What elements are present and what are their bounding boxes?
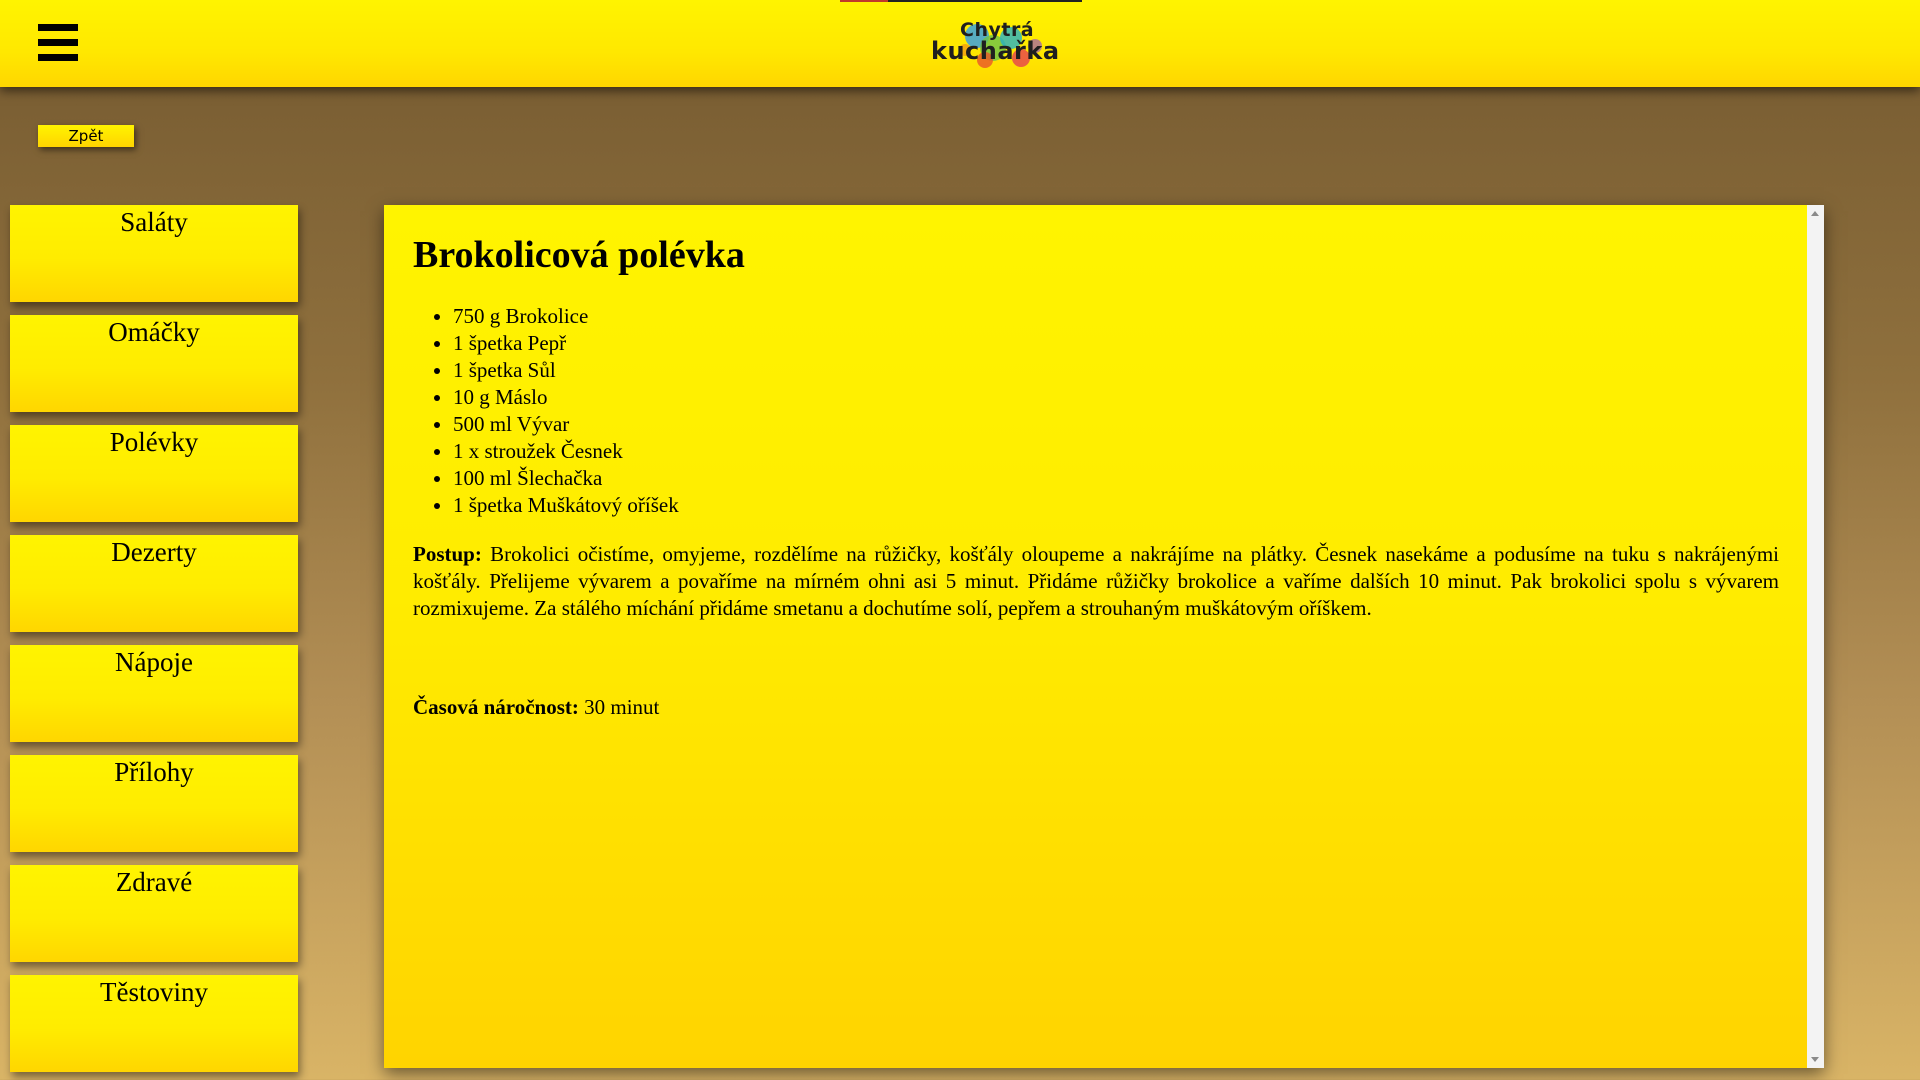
ingredient-item: 500 ml Vývar bbox=[453, 411, 1779, 438]
hamburger-bar bbox=[38, 54, 78, 61]
category-salaty[interactable]: Saláty bbox=[10, 205, 298, 302]
header-bar: Chytrá kuchařka bbox=[0, 0, 1920, 87]
recipe-panel: Brokolicová polévka 750 g Brokolice 1 šp… bbox=[384, 205, 1824, 1068]
ingredient-item: 100 ml Šlechačka bbox=[453, 465, 1779, 492]
scroll-up-arrow-icon[interactable] bbox=[1811, 211, 1819, 216]
site-logo[interactable]: Chytrá kuchařka bbox=[925, 14, 1070, 72]
ingredient-item: 750 g Brokolice bbox=[453, 303, 1779, 330]
ingredient-list: 750 g Brokolice 1 špetka Pepř 1 špetka S… bbox=[413, 303, 1779, 519]
top-indicator-line bbox=[840, 0, 1082, 2]
logo-text-line2: kuchařka bbox=[931, 37, 1060, 65]
recipe-title: Brokolicová polévka bbox=[413, 234, 745, 276]
procedure-label: Postup: bbox=[413, 542, 482, 566]
back-button[interactable]: Zpět bbox=[38, 125, 134, 147]
top-indicator-accent bbox=[840, 0, 888, 2]
category-polevky[interactable]: Polévky bbox=[10, 425, 298, 522]
category-dezerty[interactable]: Dezerty bbox=[10, 535, 298, 632]
ingredient-item: 1 špetka Sůl bbox=[453, 357, 1779, 384]
category-omacky[interactable]: Omáčky bbox=[10, 315, 298, 412]
time-paragraph: Časová náročnost: 30 minut bbox=[413, 694, 1779, 721]
time-value: 30 minut bbox=[584, 695, 660, 719]
ingredient-item: 10 g Máslo bbox=[453, 384, 1779, 411]
category-zdrave[interactable]: Zdravé bbox=[10, 865, 298, 962]
procedure-text: Brokolici očistíme, omyjeme, rozdělíme n… bbox=[413, 542, 1780, 620]
time-label: Časová náročnost: bbox=[413, 695, 579, 719]
category-napoje[interactable]: Nápoje bbox=[10, 645, 298, 742]
ingredient-item: 1 špetka Muškátový oříšek bbox=[453, 492, 1779, 519]
hamburger-bar bbox=[38, 24, 78, 31]
scroll-down-arrow-icon[interactable] bbox=[1811, 1057, 1819, 1062]
category-prilohy[interactable]: Přílohy bbox=[10, 755, 298, 852]
recipe-content: Brokolicová polévka 750 g Brokolice 1 šp… bbox=[413, 205, 1779, 721]
hamburger-bar bbox=[38, 39, 78, 46]
procedure-paragraph: Postup: Brokolici očistíme, omyjeme, roz… bbox=[413, 541, 1779, 622]
vertical-scrollbar[interactable] bbox=[1807, 205, 1824, 1068]
category-sidebar: Saláty Omáčky Polévky Dezerty Nápoje Pří… bbox=[10, 205, 298, 1080]
ingredient-item: 1 x stroužek Česnek bbox=[453, 438, 1779, 465]
category-testoviny[interactable]: Těstoviny bbox=[10, 975, 298, 1072]
ingredient-item: 1 špetka Pepř bbox=[453, 330, 1779, 357]
hamburger-menu-icon[interactable] bbox=[38, 24, 78, 62]
